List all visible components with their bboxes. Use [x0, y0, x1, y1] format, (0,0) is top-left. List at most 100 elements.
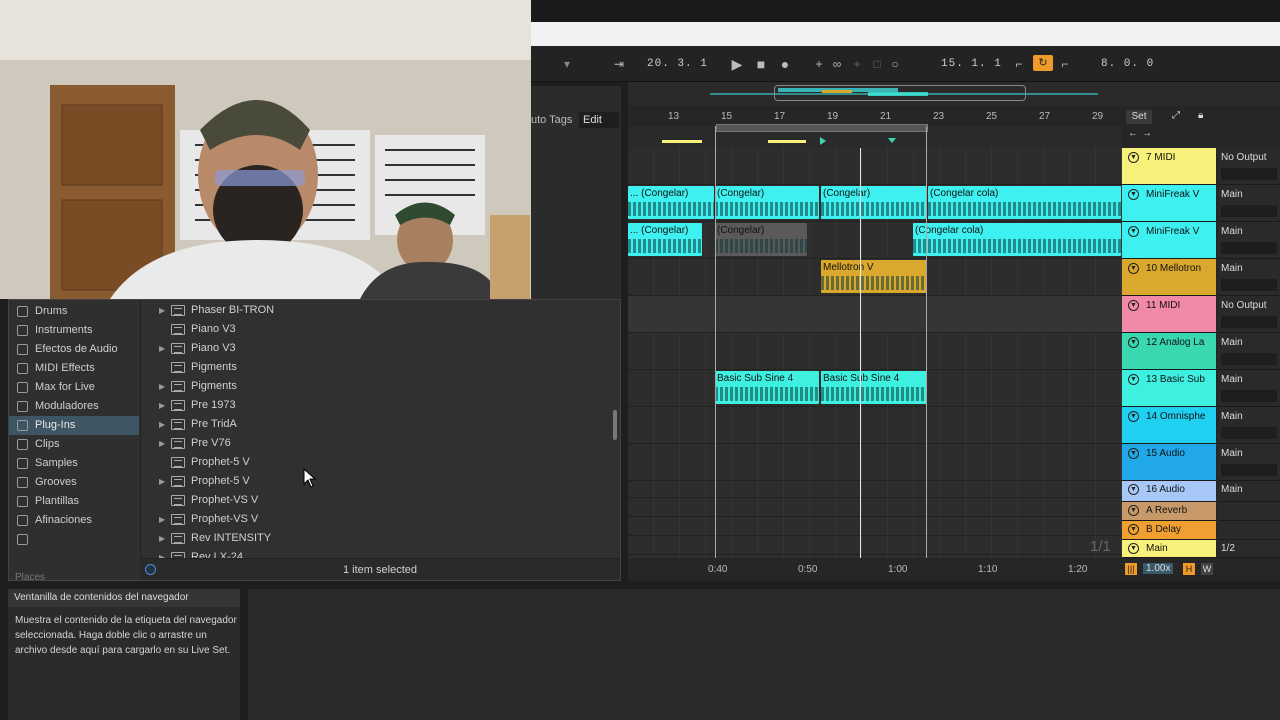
track-header[interactable]: ▼ A Reverb [1122, 502, 1216, 521]
track-header[interactable]: ▼ Main [1122, 540, 1216, 558]
track-fold-icon[interactable]: ▼ [1128, 484, 1139, 495]
expand-arrow-icon[interactable]: ▶ [159, 548, 165, 558]
track-header[interactable]: ▼ 15 Audio [1122, 444, 1216, 481]
plugin-item[interactable]: ▶ Pigments [141, 377, 611, 396]
track-lane[interactable] [628, 536, 1122, 555]
track-header[interactable]: ▼ 10 Mellotron [1122, 259, 1216, 296]
track-fold-icon[interactable]: ▼ [1128, 226, 1139, 237]
punch-out-icon[interactable]: ⌐ [1057, 56, 1073, 72]
track-header[interactable]: ▼ 13 Basic Sub [1122, 370, 1216, 407]
loop-brace[interactable] [716, 124, 928, 132]
track-lanes[interactable]: ... (Congelar) (Congelar) (Congelar) (Conge… [628, 148, 1122, 558]
track-fold-icon[interactable]: ▼ [1128, 189, 1139, 200]
plugin-item[interactable]: ▶ Pre TridA [141, 415, 611, 434]
input-slot[interactable] [1221, 464, 1277, 476]
clip[interactable]: ... (Congelar) [628, 223, 702, 256]
place-item[interactable]: Plug-Ins [9, 416, 139, 435]
clip[interactable]: Basic Sub Sine 4 [715, 371, 819, 404]
track-fold-icon[interactable]: ▼ [1128, 543, 1139, 554]
expand-arrow-icon[interactable]: ▶ [159, 510, 165, 529]
set-button[interactable]: Set [1126, 110, 1152, 124]
place-item[interactable]: Samples [9, 454, 139, 473]
track-lane[interactable] [628, 498, 1122, 517]
clip[interactable]: (Congelar) [821, 186, 927, 219]
loop-region-icon[interactable]: □ [869, 56, 885, 72]
expand-arrow-icon[interactable]: ▶ [159, 434, 165, 453]
plugin-item[interactable]: Prophet-VS V [141, 491, 611, 510]
place-item[interactable]: Max for Live [9, 378, 139, 397]
track-output[interactable]: Main [1218, 222, 1280, 259]
stop-icon[interactable]: ■ [753, 56, 769, 72]
play-icon[interactable]: ▶ [729, 56, 745, 72]
plugin-item[interactable]: ▶ Piano V3 [141, 339, 611, 358]
expand-arrow-icon[interactable]: ▶ [159, 472, 165, 491]
plugin-item[interactable]: Prophet-5 V [141, 453, 611, 472]
edit-button[interactable]: Edit [579, 112, 619, 128]
plugin-item[interactable]: ▶ Rev LX-24 [141, 548, 611, 558]
track-fold-icon[interactable]: ▼ [1128, 411, 1139, 422]
overview-selection[interactable] [774, 85, 1026, 101]
plugin-list[interactable]: ▶ Phaser BI-TRON Piano V3 ▶ Piano V3 Pigments… [140, 300, 620, 558]
input-slot[interactable] [1221, 242, 1277, 254]
add-icon[interactable]: + [811, 56, 827, 72]
track-fold-icon[interactable]: ▼ [1128, 524, 1139, 535]
track-lane[interactable] [628, 148, 1122, 185]
expand-arrow-icon[interactable]: ▶ [159, 415, 165, 434]
dropdown-arrow-icon[interactable]: ▾ [559, 56, 575, 72]
input-slot[interactable] [1221, 205, 1277, 217]
loop-length[interactable]: 8. 0. 0 [1101, 58, 1154, 70]
plugin-item[interactable]: Pigments [141, 358, 611, 377]
place-item[interactable]: Moduladores [9, 397, 139, 416]
expand-arrow-icon[interactable]: ▶ [159, 377, 165, 396]
track-header[interactable]: ▼ MiniFreak V [1122, 185, 1216, 222]
place-item[interactable]: Efectos de Audio [9, 340, 139, 359]
zoom-level[interactable]: 1.00x [1143, 563, 1174, 574]
clip[interactable]: (Congelar) [715, 186, 819, 219]
expand-arrow-icon[interactable]: ▶ [159, 301, 165, 320]
track-output[interactable]: Main [1218, 333, 1280, 370]
track-fold-icon[interactable]: ▼ [1128, 263, 1139, 274]
input-slot[interactable] [1221, 279, 1277, 291]
expand-icon[interactable]: ⤢ [1172, 110, 1180, 121]
input-slot[interactable] [1221, 353, 1277, 365]
width-toggle[interactable]: W [1201, 563, 1213, 575]
place-item[interactable]: MIDI Effects [9, 359, 139, 378]
track-fold-icon[interactable]: ▼ [1128, 448, 1139, 459]
plugin-item[interactable]: Piano V3 [141, 320, 611, 339]
track-output[interactable]: Main [1218, 481, 1280, 502]
place-item[interactable]: Drums [9, 302, 139, 321]
forward-arrow-icon[interactable]: → [1142, 128, 1152, 139]
track-header[interactable]: ▼ 14 Omnisphe [1122, 407, 1216, 444]
height-toggle[interactable]: H [1183, 563, 1195, 575]
clip[interactable]: Mellotron V [821, 260, 927, 293]
automation-icon[interactable]: ∞ [829, 56, 845, 72]
track-header[interactable]: ▼ B Delay [1122, 521, 1216, 540]
capture-icon[interactable]: + [849, 56, 865, 72]
plugin-item[interactable]: ▶ Phaser BI-TRON [141, 301, 611, 320]
track-fold-icon[interactable]: ▼ [1128, 152, 1139, 163]
track-fold-icon[interactable]: ▼ [1128, 337, 1139, 348]
track-output[interactable]: No Output [1218, 296, 1280, 333]
clip[interactable]: Basic Sub Sine 4 [821, 371, 927, 404]
punch-in-icon[interactable]: ⌐ [1011, 56, 1027, 72]
clip[interactable]: (Congelar cola) [928, 186, 1121, 219]
expand-arrow-icon[interactable]: ▶ [159, 339, 165, 358]
input-slot[interactable] [1221, 390, 1277, 402]
time-ruler[interactable]: 0:40 0:50 1:00 1:10 1:20 [628, 558, 1122, 581]
track-fold-icon[interactable]: ▼ [1128, 505, 1139, 516]
arrangement-overview[interactable] [628, 82, 1280, 106]
track-output[interactable]: Main [1218, 407, 1280, 444]
track-output[interactable]: 1/2 [1218, 540, 1280, 558]
track-fold-icon[interactable]: ▼ [1128, 300, 1139, 311]
track-output[interactable]: Main [1218, 370, 1280, 407]
track-header[interactable]: ▼ 11 MIDI [1122, 296, 1216, 333]
plugin-list-scrollbar[interactable] [613, 410, 617, 440]
track-output[interactable]: No Output [1218, 148, 1280, 185]
track-lane[interactable] [628, 481, 1122, 498]
back-arrow-icon[interactable]: ← [1128, 128, 1138, 139]
track-lane[interactable] [628, 333, 1122, 370]
auto-tags-label[interactable]: uto Tags [531, 114, 572, 126]
metronome-icon[interactable]: ○ [887, 56, 903, 72]
plugin-item[interactable]: ▶ Rev INTENSITY [141, 529, 611, 548]
arrangement-view[interactable]: 13 15 17 19 21 23 25 27 29 ... (Congelar) (Congel… [628, 106, 1122, 581]
